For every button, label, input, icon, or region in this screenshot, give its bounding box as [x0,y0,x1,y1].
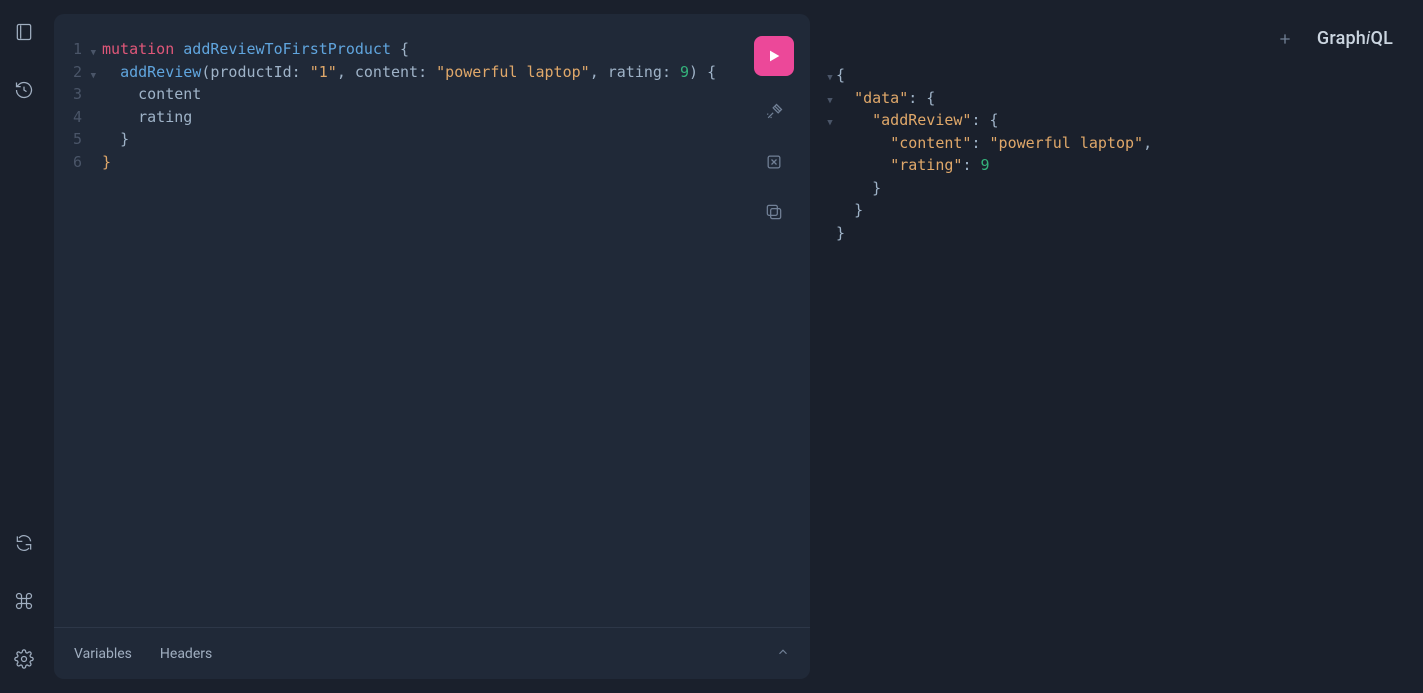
line-number: 3 [54,83,96,106]
response-line: "content": "powerful laptop", [824,132,1409,155]
code-line[interactable]: addReview(productId: "1", content: "powe… [102,61,810,84]
response-line: ▼ "data": { [824,87,1409,110]
shortcuts-icon[interactable] [10,587,38,615]
editor-footer: Variables Headers [54,627,810,679]
graphiql-logo: GraphiQL [1317,28,1393,49]
response-line: } [824,222,1409,245]
line-number: 2▼ [54,61,96,84]
line-number: 5 [54,128,96,151]
main: GraphiQL 1▼2▼3456 mutation addReviewToFi… [48,0,1423,693]
tab-headers[interactable]: Headers [160,646,212,662]
query-editor-panel: 1▼2▼3456 mutation addReviewToFirstProduc… [54,14,810,679]
panels: 1▼2▼3456 mutation addReviewToFirstProduc… [54,14,1409,679]
response-panel[interactable]: ▼{▼ "data": {▼ "addReview": { "content":… [824,14,1409,679]
editor-tools [754,36,794,226]
history-icon[interactable] [10,76,38,104]
line-number: 1▼ [54,38,96,61]
line-number: 6 [54,151,96,174]
sidebar-bottom [10,529,38,673]
settings-icon[interactable] [10,645,38,673]
response-line: ▼ "addReview": { [824,109,1409,132]
line-gutter: 1▼2▼3456 [54,38,102,627]
app-root: GraphiQL 1▼2▼3456 mutation addReviewToFi… [0,0,1423,693]
sidebar-top [10,18,38,104]
code-line[interactable]: } [102,151,810,174]
new-tab-button[interactable] [1275,29,1295,49]
merge-icon[interactable] [760,148,788,176]
topbar: GraphiQL [1275,28,1393,49]
refresh-icon[interactable] [10,529,38,557]
response-line: ▼{ [824,64,1409,87]
sidebar [0,0,48,693]
code-line[interactable]: mutation addReviewToFirstProduct { [102,38,810,61]
line-number: 4 [54,106,96,129]
response-line: } [824,199,1409,222]
docs-icon[interactable] [10,18,38,46]
query-editor[interactable]: 1▼2▼3456 mutation addReviewToFirstProduc… [54,14,810,627]
execute-button[interactable] [754,36,794,76]
prettify-icon[interactable] [760,98,788,126]
copy-icon[interactable] [760,198,788,226]
expand-footer-button[interactable] [776,645,790,663]
query-code[interactable]: mutation addReviewToFirstProduct { addRe… [102,38,810,627]
code-line[interactable]: rating [102,106,810,129]
response-line: "rating": 9 [824,154,1409,177]
code-line[interactable]: } [102,128,810,151]
code-line[interactable]: content [102,83,810,106]
response-line: } [824,177,1409,200]
tab-variables[interactable]: Variables [74,646,132,662]
